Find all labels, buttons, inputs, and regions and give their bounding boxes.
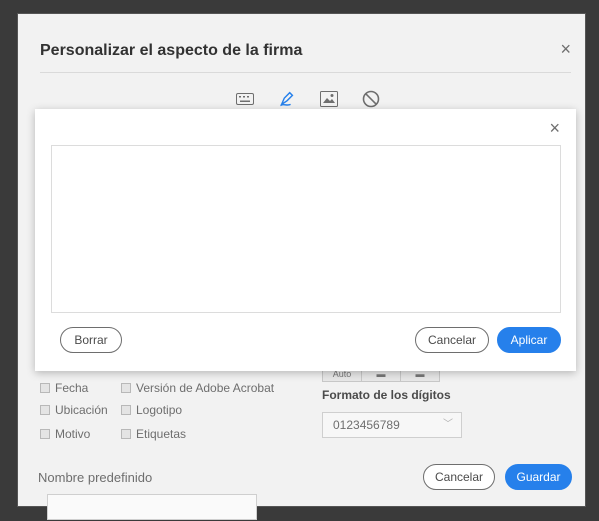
option-reason[interactable]: Motivo [40, 427, 90, 441]
option-logo[interactable]: Logotipo [121, 403, 182, 417]
save-button[interactable]: Guardar [505, 464, 572, 490]
draw-signature-dialog: × Borrar Cancelar Aplicar [35, 109, 576, 371]
apply-button[interactable]: Aplicar [497, 327, 561, 353]
option-date[interactable]: Fecha [40, 381, 88, 395]
option-label: Ubicación [55, 403, 108, 417]
option-label: Logotipo [136, 403, 183, 417]
keyboard-icon[interactable] [236, 90, 254, 108]
digits-format-label: Formato de los dígitos [322, 388, 451, 402]
digits-format-value: 0123456789 [333, 418, 400, 432]
title-divider [40, 72, 571, 73]
checkbox[interactable] [40, 383, 50, 393]
close-icon[interactable]: × [549, 119, 560, 137]
predefined-name-label: Nombre predefinido [38, 470, 153, 485]
option-acrobat-version[interactable]: Versión de Adobe Acrobat [121, 381, 274, 395]
option-label: Motivo [55, 427, 91, 441]
checkbox[interactable] [121, 405, 131, 415]
close-icon[interactable]: × [560, 40, 571, 58]
checkbox[interactable] [40, 405, 50, 415]
cancel-button[interactable]: Cancelar [415, 327, 489, 353]
signature-mode-toolbar [236, 90, 380, 108]
dialog-title: Personalizar el aspecto de la firma [40, 42, 303, 59]
image-icon[interactable] [320, 90, 338, 108]
predefined-name-input[interactable] [47, 494, 257, 520]
checkbox[interactable] [40, 429, 50, 439]
option-label: Fecha [55, 381, 89, 395]
no-signature-icon[interactable] [362, 90, 380, 108]
option-label: Etiquetas [136, 427, 187, 441]
option-labels[interactable]: Etiquetas [121, 427, 186, 441]
signature-drawing-canvas[interactable] [51, 145, 561, 313]
option-label: Versión de Adobe Acrobat [136, 381, 275, 395]
clear-button[interactable]: Borrar [60, 327, 122, 353]
cancel-button[interactable]: Cancelar [423, 464, 495, 490]
chevron-down-icon: ﹀ [443, 419, 453, 430]
checkbox[interactable] [121, 383, 131, 393]
digits-format-select[interactable]: 0123456789 ﹀ [322, 412, 462, 438]
option-location[interactable]: Ubicación [40, 403, 108, 417]
checkbox[interactable] [121, 429, 131, 439]
pen-draw-icon[interactable] [278, 90, 296, 108]
